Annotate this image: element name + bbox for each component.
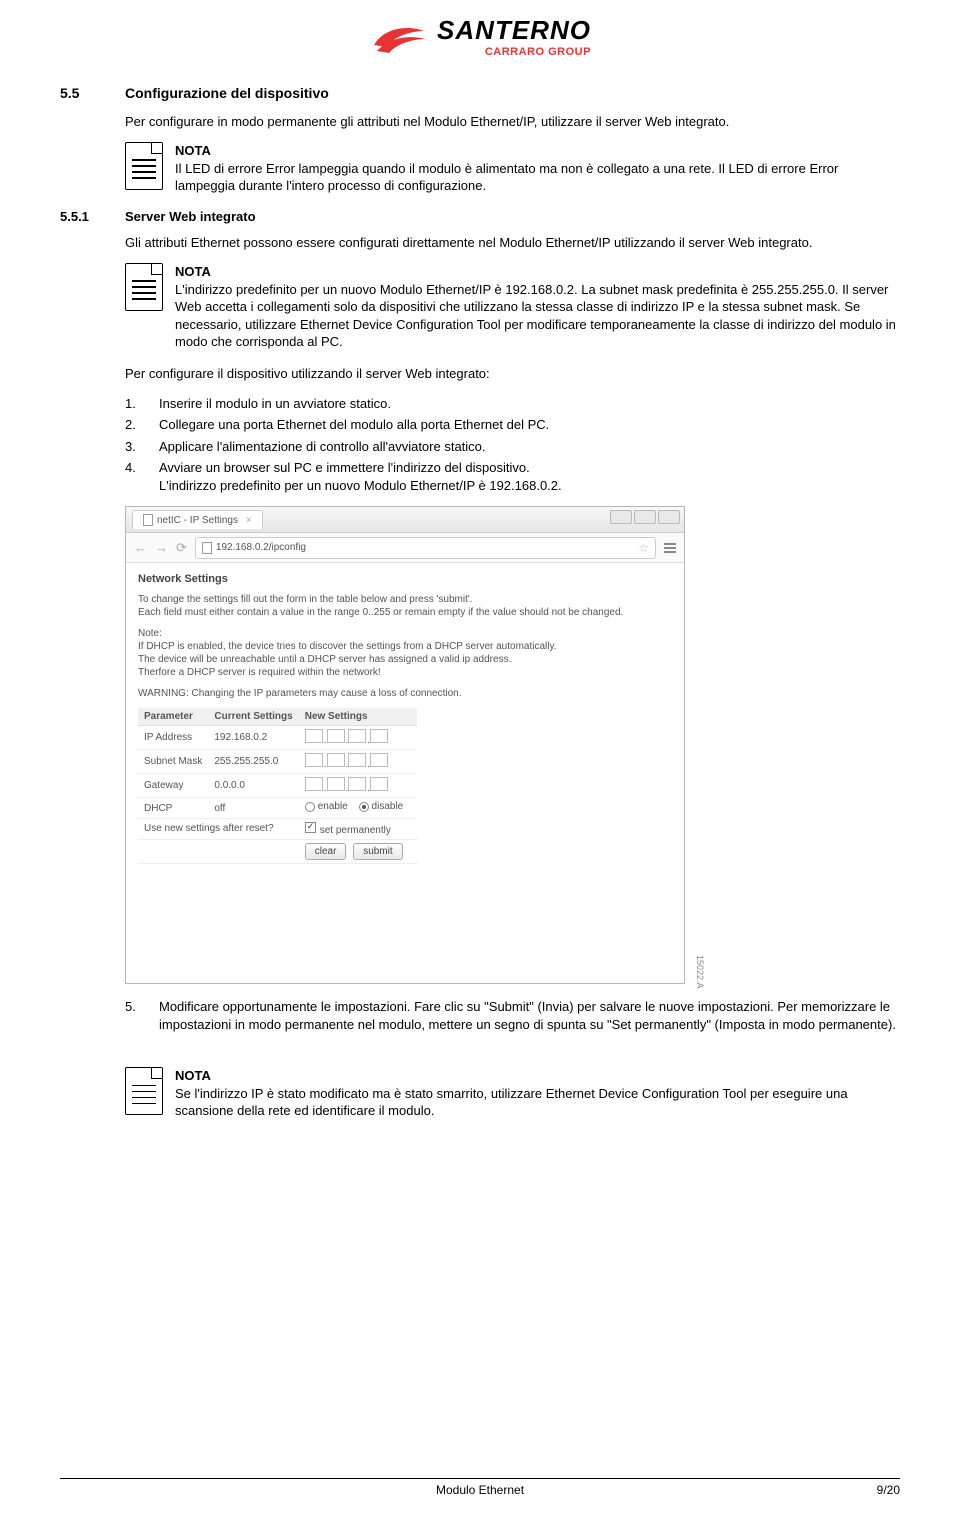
procedure-step-5: 5.Modificare opportunamente le impostazi… — [125, 998, 900, 1033]
set-permanently-checkbox[interactable] — [305, 822, 316, 833]
nav-reload-icon[interactable]: ⟳ — [176, 540, 187, 556]
table-row: Gateway 0.0.0.0 ... — [138, 774, 417, 798]
url-bar[interactable]: 192.168.0.2/ipconfig ☆ — [195, 537, 656, 559]
note-icon — [125, 142, 163, 190]
page-icon — [143, 514, 153, 526]
header-logo: SANTERNO CARRARO GROUP — [60, 0, 900, 85]
footer-title: Modulo Ethernet — [340, 1483, 620, 1497]
section-5-5-heading: 5.5Configurazione del dispositivo — [60, 85, 900, 101]
warning-text: WARNING: Changing the IP parameters may … — [138, 687, 672, 700]
section-5-5-1-heading: 5.5.1Server Web integrato — [60, 209, 900, 224]
table-row: clear submit — [138, 839, 417, 863]
dhcp-disable-radio[interactable]: disable — [359, 801, 404, 812]
logo-swoosh-icon — [369, 17, 429, 57]
note-3: NOTA Se l'indirizzo IP è stato modificat… — [125, 1067, 900, 1120]
network-settings-heading: Network Settings — [138, 573, 672, 585]
settings-table: Parameter Current Settings New Settings … — [138, 708, 417, 864]
section-5-5-1-intro: Gli attributi Ethernet possono essere co… — [125, 234, 900, 252]
nav-forward-icon[interactable]: → — [155, 540, 168, 555]
browser-tab[interactable]: netIC - IP Settings × — [132, 510, 263, 529]
close-icon[interactable]: × — [246, 515, 252, 526]
page-icon — [202, 542, 212, 554]
table-row: IP Address 192.168.0.2 ... — [138, 726, 417, 750]
window-close-button[interactable] — [658, 510, 680, 524]
dhcp-enable-radio[interactable]: enable — [305, 801, 348, 812]
table-row: DHCP off enable disable — [138, 798, 417, 819]
window-min-button[interactable] — [610, 510, 632, 524]
nav-back-icon[interactable]: ← — [134, 540, 147, 555]
window-max-button[interactable] — [634, 510, 656, 524]
section-5-5-intro: Per configurare in modo permanente gli a… — [125, 113, 900, 131]
bookmark-star-icon[interactable]: ☆ — [638, 541, 649, 555]
browser-screenshot: netIC - IP Settings × ← → ⟳ 192.168.0.2/… — [125, 506, 685, 984]
note-2: NOTA L'indirizzo predefinito per un nuov… — [125, 263, 900, 351]
logo-sub-text: CARRARO GROUP — [485, 46, 591, 58]
hamburger-menu-icon[interactable] — [664, 543, 676, 553]
note-icon — [125, 1067, 163, 1115]
clear-button[interactable]: clear — [305, 843, 347, 860]
footer-page-number: 9/20 — [620, 1483, 900, 1497]
page-footer: Modulo Ethernet 9/20 — [60, 1478, 900, 1497]
logo-main-text: SANTERNO — [437, 15, 591, 46]
submit-button[interactable]: submit — [353, 843, 402, 860]
table-row: Subnet Mask 255.255.255.0 ... — [138, 750, 417, 774]
form-instructions: To change the settings fill out the form… — [138, 593, 672, 619]
figure-code: 15022.A — [695, 955, 705, 989]
note-1: NOTA Il LED di errore Error lampeggia qu… — [125, 142, 900, 195]
dhcp-note: Note: If DHCP is enabled, the device tri… — [138, 627, 672, 679]
procedure-intro: Per configurare il dispositivo utilizzan… — [125, 365, 900, 383]
ip-octet-input[interactable] — [305, 729, 323, 743]
procedure-steps: 1.Inserire il modulo in un avviatore sta… — [125, 395, 900, 495]
note-icon — [125, 263, 163, 311]
table-row: Use new settings after reset? set perman… — [138, 818, 417, 839]
